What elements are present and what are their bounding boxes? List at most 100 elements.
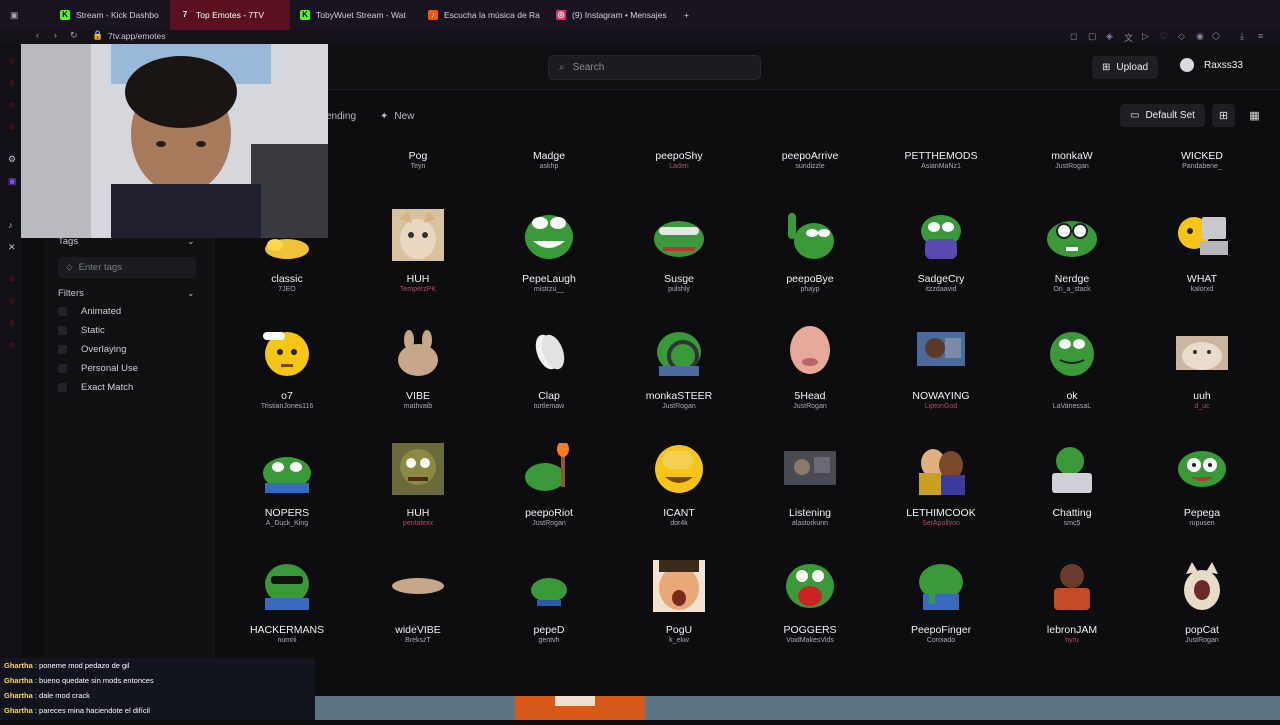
folder-icon: ▭: [1130, 110, 1140, 121]
emote-image: [788, 213, 834, 259]
emote-card[interactable]: 5Head JustRogan: [756, 318, 864, 423]
checkbox[interactable]: [58, 383, 67, 392]
emote-card[interactable]: Susge pulshly: [625, 201, 733, 306]
emote-card[interactable]: WHAT kalorxd: [1148, 201, 1256, 306]
emote-card[interactable]: peepoRiot JustRogan: [495, 435, 603, 540]
emote-image: [1178, 451, 1226, 487]
screenshot-icon[interactable]: ▢: [1088, 31, 1097, 42]
7tv-icon: 7: [182, 10, 188, 19]
rail-dot[interactable]: [9, 102, 15, 108]
upload-button[interactable]: ⊞ Upload: [1092, 56, 1159, 79]
emote-card[interactable]: NOWAYING LiptonGod: [887, 318, 995, 423]
filter-exact-match[interactable]: Exact Match: [58, 382, 133, 393]
checkbox[interactable]: [58, 307, 67, 316]
emote-image: [535, 334, 565, 370]
emote-card[interactable]: popCat JustRogan: [1148, 552, 1256, 657]
emote-card[interactable]: Chatting smc5: [1018, 435, 1126, 540]
emote-card[interactable]: monkaSTEER JustRogan: [625, 318, 733, 423]
search-input[interactable]: ⌕ Search: [548, 55, 761, 80]
tab-kick-dashboard[interactable]: K Stream - Kick Dashbo: [50, 0, 170, 30]
tab-7tv-emotes[interactable]: 7 Top Emotes - 7TV: [170, 0, 290, 30]
emote-card[interactable]: PogU k_ekw: [625, 552, 733, 657]
emote-card[interactable]: LETHIMCOOK SerApollyon: [887, 435, 995, 540]
game-overlay-strip: [315, 696, 1280, 720]
emote-card[interactable]: VIBE mathvaib: [364, 318, 472, 423]
default-set-button[interactable]: ▭ Default Set: [1120, 104, 1205, 127]
upload-label: Upload: [1116, 62, 1149, 73]
emote-card[interactable]: Clap turtlemaw: [495, 318, 603, 423]
emote-card[interactable]: pepeD gentvh: [495, 552, 603, 657]
user-menu[interactable]: Raxss33: [1180, 58, 1243, 72]
emote-image: [1178, 217, 1228, 255]
tiktok-icon[interactable]: ♪: [8, 220, 13, 230]
rail-dot[interactable]: [9, 124, 15, 130]
url-text[interactable]: 7tv.app/emotes: [108, 31, 166, 41]
back-icon[interactable]: ‹: [36, 30, 39, 40]
emote-card[interactable]: ICANT dor4k: [625, 435, 733, 540]
emote-card[interactable]: NOPERS A_Duck_King: [233, 435, 341, 540]
emote-card[interactable]: Nerdge On_a_stack: [1018, 201, 1126, 306]
x-icon[interactable]: ✕: [8, 242, 16, 253]
play-icon[interactable]: ▷: [1142, 31, 1149, 42]
rail-dot[interactable]: [9, 58, 15, 64]
grid-view-button[interactable]: ⊞: [1212, 104, 1235, 127]
emote-card[interactable]: HACKERMANS numrii: [233, 552, 341, 657]
tags-input[interactable]: ⬦ Enter tags: [58, 257, 196, 278]
heart-icon[interactable]: ♡: [1160, 31, 1168, 42]
menu-icon[interactable]: ≡: [1258, 31, 1263, 41]
checkbox[interactable]: [58, 364, 67, 373]
emote-card[interactable]: PeepoFinger Coroiado: [887, 552, 995, 657]
tab-instagram[interactable]: ◎ (9) Instagram • Mensajes: [546, 0, 674, 30]
emote-image: [654, 221, 704, 257]
emote-card[interactable]: peepoBye phayp: [756, 201, 864, 306]
filter-animated[interactable]: Animated: [58, 306, 121, 317]
emote-card[interactable]: Pepega rupusen: [1148, 435, 1256, 540]
tab-kick-stream[interactable]: K TobyWuet Stream - Wat: [290, 0, 418, 30]
forward-icon[interactable]: ›: [54, 30, 57, 40]
rail-dot[interactable]: [9, 276, 15, 282]
new-tab-button[interactable]: +: [674, 0, 704, 30]
emote-card[interactable]: o7 TristianJones116: [233, 318, 341, 423]
filter-overlaying[interactable]: Overlaying: [58, 344, 126, 355]
avatar: [1180, 58, 1194, 72]
rail-dot[interactable]: [9, 80, 15, 86]
emote-card[interactable]: ok LaVanessaL: [1018, 318, 1126, 423]
lock-icon: 🔒: [92, 30, 104, 40]
reload-icon[interactable]: ↻: [70, 30, 78, 41]
emote-card[interactable]: PepeLaugh mistrzu__: [495, 201, 603, 306]
rail-dot[interactable]: [9, 298, 15, 304]
checkbox[interactable]: [58, 345, 67, 354]
filter-static[interactable]: Static: [58, 325, 105, 336]
extensions-icon[interactable]: ⬡: [1212, 31, 1220, 42]
audio-icon[interactable]: ◉: [1196, 31, 1204, 42]
translate-icon[interactable]: 文: [1124, 31, 1133, 44]
table-view-button[interactable]: ▦: [1243, 104, 1266, 127]
webcam-overlay: [21, 44, 328, 238]
stream-chat-overlay: Ghartha : poneme mod pedazo de gil Ghart…: [0, 658, 315, 720]
tab-music[interactable]: ♪ Escucha la música de Ra: [418, 0, 546, 30]
emote-card[interactable]: Listening alastorkunn: [756, 435, 864, 540]
emote-card[interactable]: HUH TemperzPK: [364, 201, 472, 306]
emote-card[interactable]: POGGERS VoidMakesVids: [756, 552, 864, 657]
tab-trending[interactable]: ending: [326, 111, 356, 122]
chat-message: Ghartha : poneme mod pedazo de gil: [4, 661, 130, 670]
tab-new[interactable]: ✦ New: [380, 111, 414, 122]
download-icon[interactable]: ⤓: [1240, 31, 1244, 42]
bookmark-icon[interactable]: ◻: [1070, 31, 1077, 42]
emote-card[interactable]: wideVIBE BrekszT: [364, 552, 472, 657]
chevron-down-icon[interactable]: ⌄: [187, 288, 195, 299]
window-icon[interactable]: ▣: [10, 10, 19, 21]
emote-card[interactable]: lebronJAM hyru: [1018, 552, 1126, 657]
shield-icon[interactable]: ◈: [1106, 31, 1113, 42]
rail-dot[interactable]: [9, 342, 15, 348]
emote-card[interactable]: HUH pentalexx: [364, 435, 472, 540]
filter-personal-use[interactable]: Personal Use: [58, 363, 138, 374]
rail-dot[interactable]: [9, 320, 15, 326]
checkbox[interactable]: [58, 326, 67, 335]
emote-image: [1052, 447, 1092, 493]
emote-card[interactable]: uuh d_uc: [1148, 318, 1256, 423]
emote-card[interactable]: SadgeCry itzzdaavid: [887, 201, 995, 306]
twitch-icon[interactable]: ▣: [8, 176, 17, 187]
settings-icon[interactable]: ⚙: [8, 154, 16, 165]
cart-icon[interactable]: ◇: [1178, 31, 1185, 42]
